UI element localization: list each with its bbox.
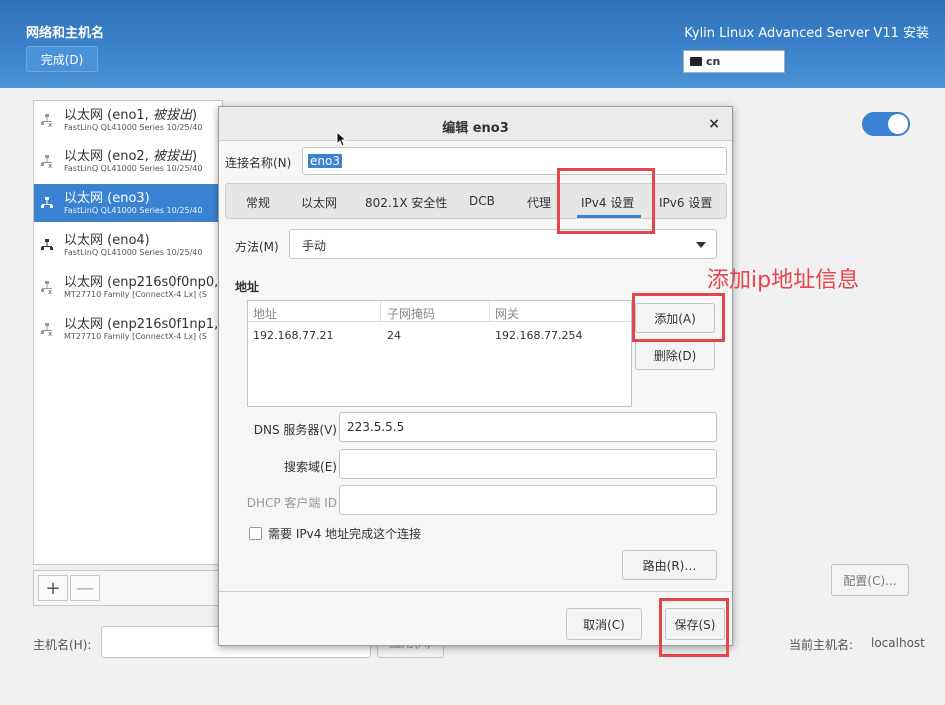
connection-desc: FastLinQ QL41000 Series 10/25/40 [64, 206, 203, 215]
connection-toggle[interactable] [862, 112, 910, 136]
delete-address-button[interactable]: 删除(D) [635, 340, 715, 370]
connection-name: 以太网 (eno3) [64, 191, 150, 206]
connection-item-eno3[interactable]: 以太网 (eno3) FastLinQ QL41000 Series 10/25… [34, 184, 222, 222]
address-table[interactable]: 地址 子网掩码 网关 192.168.77.21 24 192.168.77.2… [247, 300, 632, 407]
routes-button[interactable]: 路由(R)… [622, 550, 717, 580]
connection-item-enp216s0f0np0[interactable]: x 以太网 (enp216s0f0np0, MT27710 Family [Co… [34, 268, 222, 306]
method-value: 手动 [302, 239, 327, 253]
remove-connection-button[interactable]: — [70, 575, 100, 601]
svg-text:x: x [48, 162, 52, 168]
connection-status: 被拔出 [152, 108, 192, 123]
column-divider [489, 301, 490, 321]
footer-divider [219, 591, 732, 592]
close-icon[interactable]: × [708, 116, 720, 132]
wired-disconnected-icon: x [41, 323, 52, 336]
connection-suffix: ) [191, 108, 198, 123]
connection-item-eno4[interactable]: 以太网 (eno4) FastLinQ QL41000 Series 10/25… [34, 226, 222, 264]
wired-connected-icon [41, 197, 53, 208]
method-label: 方法(M) [235, 240, 279, 254]
connection-suffix: ) [191, 149, 198, 164]
annotation-text: 添加ip地址信息 [707, 268, 860, 293]
require-ipv4-checkbox[interactable] [249, 527, 262, 540]
mouse-cursor-icon [336, 131, 348, 147]
tab-ethernet[interactable]: 以太网 [301, 194, 337, 211]
wired-disconnected-icon: x [41, 155, 52, 168]
cell-address[interactable]: 192.168.77.21 [253, 329, 333, 342]
connection-desc: MT27710 Family [ConnectX-4 Lx] (S [64, 332, 207, 341]
add-connection-button[interactable]: + [38, 575, 68, 601]
header-bar: 网络和主机名 完成(D) Kylin Linux Advanced Server… [0, 0, 945, 88]
dialog-title: 编辑 eno3 [442, 121, 509, 136]
product-title: Kylin Linux Advanced Server V11 安装 [684, 26, 929, 41]
require-ipv4-row[interactable]: 需要 IPv4 地址完成这个连接 [249, 525, 421, 542]
keyboard-layout-indicator[interactable]: cn [683, 50, 785, 73]
tab-proxy[interactable]: 代理 [527, 194, 551, 211]
done-button[interactable]: 完成(D) [26, 46, 98, 72]
connection-desc: MT27710 Family [ConnectX-4 Lx] (S [64, 290, 207, 299]
connection-name-label: 连接名称(N) [225, 156, 292, 170]
keyboard-icon [690, 57, 702, 66]
svg-text:x: x [48, 330, 52, 336]
dialog-titlebar: 编辑 eno3 × [219, 107, 732, 141]
chevron-down-icon [696, 242, 706, 248]
connection-name: 以太网 (eno1, [64, 108, 153, 123]
header-divider [248, 321, 631, 322]
current-hostname-value: localhost [871, 636, 925, 650]
tab-dcb[interactable]: DCB [469, 194, 495, 208]
dns-label: DNS 服务器(V) [253, 423, 337, 437]
connection-list: x 以太网 (eno1, 被拔出) FastLinQ QL41000 Serie… [33, 100, 230, 565]
search-domain-label: 搜索域(E) [284, 460, 337, 474]
svg-text:x: x [48, 288, 52, 294]
svg-text:x: x [48, 121, 52, 127]
connection-name: 以太网 (enp216s0f1np1, [64, 317, 223, 332]
wired-disconnected-icon: x [41, 114, 52, 127]
connection-name-input[interactable]: eno3 [302, 147, 727, 175]
connection-item-eno1[interactable]: x 以太网 (eno1, 被拔出) FastLinQ QL41000 Serie… [34, 101, 222, 139]
search-domain-input[interactable] [339, 449, 717, 479]
keyboard-layout-label: cn [706, 55, 721, 68]
column-header-address: 地址 [253, 307, 278, 321]
edit-connection-dialog: 编辑 eno3 × 连接名称(N) eno3 常规 以太网 802.1X 安全性… [218, 106, 733, 646]
column-divider [380, 301, 381, 321]
connection-desc: FastLinQ QL41000 Series 10/25/40 [64, 248, 203, 257]
column-header-gateway: 网关 [495, 307, 520, 321]
list-controls: + — [33, 570, 223, 606]
current-hostname-label: 当前主机名: [789, 638, 854, 652]
configure-button[interactable]: 配置(C)... [831, 564, 909, 596]
column-header-netmask: 子网掩码 [387, 307, 436, 321]
connection-desc: FastLinQ QL41000 Series 10/25/40 [64, 164, 203, 173]
connection-name: 以太网 (eno4) [64, 233, 150, 248]
wired-connected-icon [41, 239, 53, 250]
dns-input[interactable]: 223.5.5.5 [339, 412, 717, 442]
connection-name-value: eno3 [308, 154, 342, 168]
wired-disconnected-icon: x [41, 281, 52, 294]
tab-8021x-security[interactable]: 802.1X 安全性 [365, 194, 447, 211]
require-ipv4-label: 需要 IPv4 地址完成这个连接 [268, 527, 422, 541]
tab-general[interactable]: 常规 [246, 194, 270, 211]
cell-netmask[interactable]: 24 [387, 329, 401, 342]
connection-name: 以太网 (enp216s0f0np0, [64, 275, 219, 290]
dhcp-client-id-label: DHCP 客户端 ID [246, 496, 337, 510]
cell-gateway[interactable]: 192.168.77.254 [495, 329, 582, 342]
tab-ipv6-settings[interactable]: IPv6 设置 [659, 194, 712, 211]
address-heading: 地址 [235, 280, 260, 294]
cancel-button[interactable]: 取消(C) [566, 608, 642, 640]
highlight-ipv4-tab [557, 168, 655, 234]
page-title: 网络和主机名 [26, 26, 105, 41]
highlight-add-button [632, 293, 725, 342]
toggle-knob [888, 114, 908, 134]
dhcp-client-id-input[interactable] [339, 485, 717, 515]
connection-desc: FastLinQ QL41000 Series 10/25/40 [64, 123, 203, 132]
connection-item-eno2[interactable]: x 以太网 (eno2, 被拔出) FastLinQ QL41000 Serie… [34, 142, 222, 180]
connection-status: 被拔出 [152, 149, 192, 164]
highlight-save-button [659, 598, 729, 657]
connection-name: 以太网 (eno2, [64, 149, 153, 164]
hostname-label: 主机名(H): [33, 638, 92, 652]
connection-item-enp216s0f1np1[interactable]: x 以太网 (enp216s0f1np1, a MT27710 Family [… [34, 310, 230, 348]
